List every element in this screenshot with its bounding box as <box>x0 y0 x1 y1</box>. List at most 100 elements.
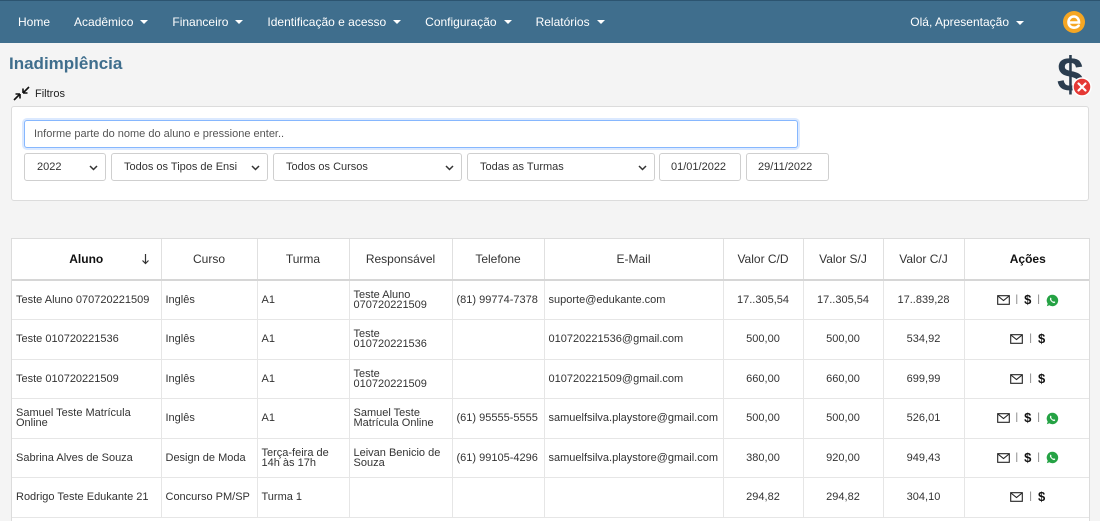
action-separator: | <box>1037 451 1040 463</box>
payment-dollar-icon[interactable]: $ <box>1038 332 1045 345</box>
cell-aluno: Sabrina Alves de Souza <box>12 438 162 478</box>
cell-email: samuelfsilva.playstore@gmail.com <box>544 438 724 478</box>
cell-valor-sj: 660,00 <box>803 359 884 399</box>
table-row: Sabrina Alves de Souza Design de Moda Te… <box>12 438 1089 478</box>
payment-dollar-icon[interactable]: $ <box>1024 411 1031 424</box>
payment-dollar-icon[interactable]: $ <box>1038 490 1045 503</box>
cell-valor-cj: 949,43 <box>883 438 965 478</box>
student-search-input[interactable] <box>24 120 798 148</box>
cell-valor-cd: 294,82 <box>723 477 804 518</box>
email-envelope-icon[interactable] <box>996 295 1010 305</box>
nav-configuracao[interactable]: Configuração <box>413 1 523 44</box>
debt-dollar-icon: $ <box>1057 49 1092 100</box>
whatsapp-icon[interactable] <box>1046 412 1059 425</box>
chevron-down-icon <box>251 165 260 171</box>
col-header-telefone[interactable]: Telefone <box>452 239 545 281</box>
cell-turma: A1 <box>257 359 350 399</box>
table-row: Teste 010720221536 Inglês A1 Teste 01072… <box>12 319 1089 360</box>
edukante-logo-icon[interactable] <box>1062 10 1086 34</box>
col-header-turma[interactable]: Turma <box>257 239 350 281</box>
col-header-valor-sj[interactable]: Valor S/J <box>803 239 884 281</box>
cell-acoes: | $ <box>964 359 1089 399</box>
cell-telefone: (61) 95555-5555 <box>452 398 545 439</box>
cell-valor-cd: 660,00 <box>723 359 804 399</box>
cell-email <box>544 477 724 518</box>
nav-relatorios[interactable]: Relatórios <box>524 1 617 44</box>
cell-curso: Inglês <box>161 359 258 399</box>
sort-down-arrow-icon <box>141 254 149 265</box>
nav-academico-label: Acadêmico <box>74 14 134 29</box>
col-header-email[interactable]: E-Mail <box>544 239 724 281</box>
year-select[interactable]: 2022 <box>24 153 106 181</box>
cell-turma: A1 <box>257 319 350 360</box>
action-separator: | <box>1015 412 1019 424</box>
chevron-down-icon <box>445 165 454 171</box>
table-row: Rodrigo Teste Edukante 21 Concurso PM/SP… <box>12 477 1089 518</box>
email-envelope-icon[interactable] <box>996 452 1010 463</box>
tipo-ensino-select-value: Todos os Tipos de Ensi <box>124 161 238 173</box>
filter-panel: 2022 Todos os Tipos de Ensi Todos os Cur… <box>11 106 1089 201</box>
cell-responsavel: Samuel Teste Matrícula Online <box>349 398 453 439</box>
email-envelope-icon[interactable] <box>1010 334 1024 345</box>
user-menu[interactable]: Olá, Apresentação <box>898 1 1036 44</box>
cell-valor-sj: 294,82 <box>803 477 884 518</box>
payment-dollar-icon[interactable]: $ <box>1024 293 1031 306</box>
cell-telefone: (81) 99774-7378 <box>452 280 545 320</box>
turma-select[interactable]: Todas as Turmas <box>467 153 655 181</box>
cell-aluno: Teste 010720221509 <box>12 359 162 399</box>
action-separator: | <box>1015 451 1019 463</box>
caret-down-icon <box>503 20 512 24</box>
cell-aluno: Samuel Teste Matrícula Online <box>12 398 162 439</box>
email-envelope-icon[interactable] <box>1010 373 1024 384</box>
tipo-ensino-select[interactable]: Todos os Tipos de Ensi <box>111 153 268 181</box>
nav-financeiro-label: Financeiro <box>172 14 229 29</box>
cell-telefone <box>452 319 545 360</box>
date-from-input[interactable]: 01/01/2022 <box>659 153 741 181</box>
cell-curso: Inglês <box>161 398 258 439</box>
row-actions: | $ | <box>969 411 1088 425</box>
curso-select-value: Todos os Cursos <box>286 161 368 173</box>
cell-email: suporte@edukante.com <box>544 280 724 320</box>
curso-select[interactable]: Todos os Cursos <box>273 153 462 181</box>
email-envelope-icon[interactable] <box>996 413 1010 424</box>
col-header-responsavel[interactable]: Responsável <box>349 239 453 281</box>
cell-curso: Design de Moda <box>161 438 258 478</box>
cell-turma: Terça-feira de 14h às 17h <box>257 438 350 478</box>
cell-acoes: | $ | <box>964 398 1089 439</box>
action-separator: | <box>1015 294 1019 305</box>
cell-acoes: | $ <box>964 319 1089 360</box>
cell-curso: Inglês <box>161 280 258 320</box>
col-header-curso[interactable]: Curso <box>161 239 258 281</box>
cell-valor-cj: 304,10 <box>883 477 965 518</box>
cell-turma: A1 <box>257 398 350 439</box>
payment-dollar-icon[interactable]: $ <box>1024 451 1031 464</box>
col-header-aluno[interactable]: Aluno <box>12 239 162 281</box>
col-header-aluno-label: Aluno <box>69 252 104 266</box>
cell-valor-cj: 699,99 <box>883 359 965 399</box>
nav-home[interactable]: Home <box>0 1 62 44</box>
top-navbar: Home Acadêmico Financeiro Identificação … <box>0 0 1100 43</box>
nav-identificacao-label: Identificação e acesso <box>267 14 387 29</box>
table-row: Teste Aluno 070720221509 Inglês A1 Teste… <box>12 280 1089 320</box>
nav-identificacao[interactable]: Identificação e acesso <box>255 1 413 44</box>
filters-toggle[interactable]: Filtros <box>12 85 65 102</box>
table-row: Samuel Teste Matrícula Online Inglês A1 … <box>12 398 1089 439</box>
nav-financeiro[interactable]: Financeiro <box>160 1 255 44</box>
col-header-valor-cj[interactable]: Valor C/J <box>883 239 965 281</box>
date-to-input[interactable]: 29/11/2022 <box>746 153 829 181</box>
payment-dollar-icon[interactable]: $ <box>1038 372 1045 385</box>
row-actions: | $ <box>969 332 1088 345</box>
cell-email: 010720221536@gmail.com <box>544 319 724 360</box>
whatsapp-icon[interactable] <box>1046 294 1059 307</box>
col-header-valor-cd[interactable]: Valor C/D <box>723 239 804 281</box>
cell-aluno: Teste 010720221536 <box>12 319 162 360</box>
date-to-value: 29/11/2022 <box>758 161 813 173</box>
action-separator: | <box>1029 333 1032 345</box>
whatsapp-icon[interactable] <box>1046 451 1059 464</box>
email-envelope-icon[interactable] <box>1010 492 1024 503</box>
nav-academico[interactable]: Acadêmico <box>62 1 160 44</box>
cell-responsavel: Teste 010720221509 <box>349 359 453 399</box>
filters-label: Filtros <box>35 87 65 100</box>
cell-acoes: | $ | <box>964 438 1089 478</box>
action-separator: | <box>1037 294 1040 305</box>
